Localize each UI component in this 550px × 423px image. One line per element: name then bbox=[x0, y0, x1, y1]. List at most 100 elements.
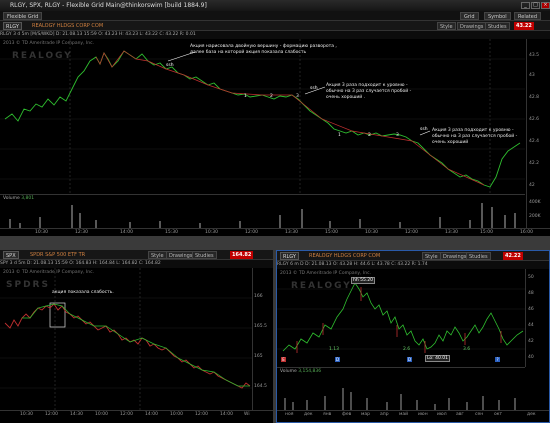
spx-chart-svg bbox=[0, 268, 252, 410]
rlgy-daily-studies-button[interactable]: Studies bbox=[466, 252, 491, 260]
rlgy-daily-price-chart[interactable]: 2013 © TD Ameritrade IP Company, Inc. RE… bbox=[277, 269, 525, 367]
spx-x-tick: 10:30 bbox=[20, 412, 33, 417]
spx-quote-bar: SPY 3 d 5m D: 21.08.13 15:59 O: 164.83 H… bbox=[0, 260, 273, 268]
spx-x-tick: 12:00 bbox=[120, 412, 133, 417]
top-style-button[interactable]: Style bbox=[437, 22, 456, 30]
ssh-label-2: ssh bbox=[310, 86, 318, 91]
rlgy-daily-x-tick: янв bbox=[323, 412, 332, 417]
rlgy-daily-symbol-field[interactable]: RLGY bbox=[280, 252, 299, 260]
maximize-icon[interactable]: □ bbox=[531, 2, 540, 9]
rlgy-daily-volume-svg bbox=[284, 388, 516, 410]
earnings-marker-icon[interactable]: E bbox=[281, 357, 286, 362]
spx-y-tick: 165.5 bbox=[254, 324, 267, 329]
spx-x-tick: 10:00 bbox=[95, 412, 108, 417]
related-button[interactable]: Related bbox=[514, 12, 541, 20]
spx-time-axis: 10:30 12:00 14:30 10:00 12:00 14:00 10:0… bbox=[0, 410, 273, 418]
top-drawings-button[interactable]: Drawings bbox=[457, 22, 487, 30]
rlgy-daily-x-tick: май bbox=[399, 412, 409, 417]
spx-annotation: акция показала слабость. bbox=[52, 290, 114, 295]
rlgy-daily-x-tick: фев bbox=[342, 412, 352, 417]
rlgy-daily-style-button[interactable]: Style bbox=[422, 252, 441, 260]
spx-x-tick: 12:00 bbox=[195, 412, 208, 417]
level-count-2: 2 bbox=[270, 94, 273, 99]
spx-quote-text: SPY 3 d 5m D: 21.08.13 15:59 O: 164.83 H… bbox=[0, 261, 161, 266]
window-titlebar: RLGY, SPX, RLGY - Flexible Grid Main@thi… bbox=[0, 0, 550, 11]
top-y-tick: 42.6 bbox=[529, 117, 540, 122]
top-quote-text: RLGY 3 d 5m [M/S/WKD] D: 21.08.13 15:59 … bbox=[0, 32, 196, 37]
rlgy-daily-price-badge: 42.22 bbox=[503, 252, 523, 260]
top-x-tick: 13:30 bbox=[445, 230, 458, 235]
flexible-grid-button[interactable]: Flexible Grid bbox=[3, 12, 43, 20]
symbol-button[interactable]: Symbol bbox=[484, 12, 511, 20]
low-price-label: Lo: 40.01 bbox=[425, 355, 451, 362]
top-x-tick: 14:00 bbox=[120, 230, 133, 235]
spx-y-tick: 164.5 bbox=[254, 384, 267, 389]
rlgy-daily-header: RLGY REALOGY HLDGS CORP COM Style Drawin… bbox=[277, 251, 549, 261]
spx-y-tick: 166 bbox=[254, 294, 263, 299]
rlgy-daily-quote-text: RLGY 6 m D D: 21.08.13 O: 43.28 H: 44.6 … bbox=[277, 262, 428, 267]
top-x-tick: 10:30 bbox=[365, 230, 378, 235]
top-y-tick: 43.5 bbox=[529, 53, 540, 58]
panel-divider[interactable] bbox=[0, 236, 550, 250]
ssh-label-3: ssh bbox=[420, 127, 428, 132]
ssh-label-1: ssh bbox=[166, 63, 174, 68]
minimize-icon[interactable]: _ bbox=[521, 2, 530, 9]
rlgy-daily-x-tick: ноя bbox=[285, 412, 294, 417]
dividend-marker-icon[interactable]: D bbox=[335, 357, 340, 362]
grid-button[interactable]: Grid bbox=[460, 12, 479, 20]
top-x-tick: 15:00 bbox=[325, 230, 338, 235]
rlgy-daily-news-label[interactable]: REALOGY HLDGS CORP COM bbox=[309, 251, 380, 261]
rlgy-daily-x-tick: окт bbox=[494, 412, 503, 417]
window-title: RLGY, SPX, RLGY - Flexible Grid Main@thi… bbox=[10, 2, 207, 9]
spx-chart-header: SPX SPDR S&P 500 ETF TR Style Drawings S… bbox=[0, 250, 273, 260]
level-count-1: 1 bbox=[244, 94, 247, 99]
top-studies-button[interactable]: Studies bbox=[485, 22, 510, 30]
rlgy-daily-drawings-button[interactable]: Drawings bbox=[440, 252, 470, 260]
spx-news-label[interactable]: SPDR S&P 500 ETF TR bbox=[30, 250, 85, 260]
small-label-1: 1.13 bbox=[329, 347, 340, 352]
rlgy-daily-time-axis: ноя дек янв фев мар апр май июн июл авг … bbox=[277, 410, 549, 418]
top-x-tick: 12:00 bbox=[245, 230, 258, 235]
spx-price-badge: 164.82 bbox=[230, 251, 254, 259]
level-count-6: 3 bbox=[396, 133, 399, 138]
rlgy-daily-x-tick: дек bbox=[527, 412, 536, 417]
spx-symbol-field[interactable]: SPX bbox=[3, 251, 19, 259]
spx-x-tick: 12:00 bbox=[45, 412, 58, 417]
top-news-label[interactable]: REALOGY HLDGS CORP COM bbox=[32, 21, 103, 31]
close-icon[interactable]: × bbox=[541, 2, 550, 9]
top-price-chart[interactable]: 2013 © TD Ameritrade IP Company, Inc. RE… bbox=[0, 39, 525, 194]
top-vol-tick: 400K bbox=[529, 200, 541, 205]
top-x-tick: 15:30 bbox=[165, 230, 178, 235]
rlgy-daily-chart-svg bbox=[277, 282, 525, 353]
rlgy-daily-y-tick: 42 bbox=[528, 339, 534, 344]
top-x-tick: 12:00 bbox=[405, 230, 418, 235]
rlgy-daily-volume-chart[interactable]: Volume 3,154,836 bbox=[277, 367, 525, 410]
top-y-tick: 43 bbox=[529, 73, 535, 78]
hh-price-label: hh 55.20 bbox=[351, 277, 376, 284]
top-quote-bar: RLGY 3 d 5m [M/S/WKD] D: 21.08.13 15:59 … bbox=[0, 31, 550, 39]
spx-x-tick: 14:00 bbox=[145, 412, 158, 417]
spx-price-axis: 166 165.5 165 164.5 bbox=[252, 268, 273, 410]
rlgy-daily-x-tick: апр bbox=[380, 412, 389, 417]
spx-price-chart[interactable]: 2013 © TD Ameritrade IP Company, Inc. SP… bbox=[0, 268, 252, 410]
dividend-marker-icon[interactable]: D bbox=[407, 357, 412, 362]
spx-drawings-button[interactable]: Drawings bbox=[166, 251, 196, 259]
top-price-axis: 43.5 43 42.8 42.6 42.4 42.2 42 bbox=[526, 39, 550, 194]
top-price-badge: 43.22 bbox=[514, 22, 534, 30]
top-volume-svg bbox=[9, 203, 516, 228]
top-symbol-field[interactable]: RLGY bbox=[3, 22, 22, 30]
rlgy-daily-quote-bar: RLGY 6 m D D: 21.08.13 O: 43.28 H: 44.6 … bbox=[277, 261, 549, 269]
top-y-tick: 42.4 bbox=[529, 139, 540, 144]
spx-x-tick: 14:30 bbox=[70, 412, 83, 417]
rlgy-daily-y-tick: 48 bbox=[528, 291, 534, 296]
annotation-level-2: Акция 3 раза подходит к уровню - обычно … bbox=[432, 128, 518, 145]
top-volume-chart[interactable]: Volume 3,801 bbox=[0, 194, 525, 228]
grid-toolbar: Flexible Grid Grid Symbol Related bbox=[0, 11, 550, 21]
info-marker-icon[interactable]: ? bbox=[495, 357, 500, 362]
top-x-tick: 16:00 bbox=[520, 230, 533, 235]
top-vol-tick: 200K bbox=[529, 214, 541, 219]
spx-studies-button[interactable]: Studies bbox=[192, 251, 217, 259]
top-y-tick: 42.2 bbox=[529, 161, 540, 166]
spx-x-tick: Wi bbox=[244, 412, 250, 417]
spx-style-button[interactable]: Style bbox=[148, 251, 167, 259]
